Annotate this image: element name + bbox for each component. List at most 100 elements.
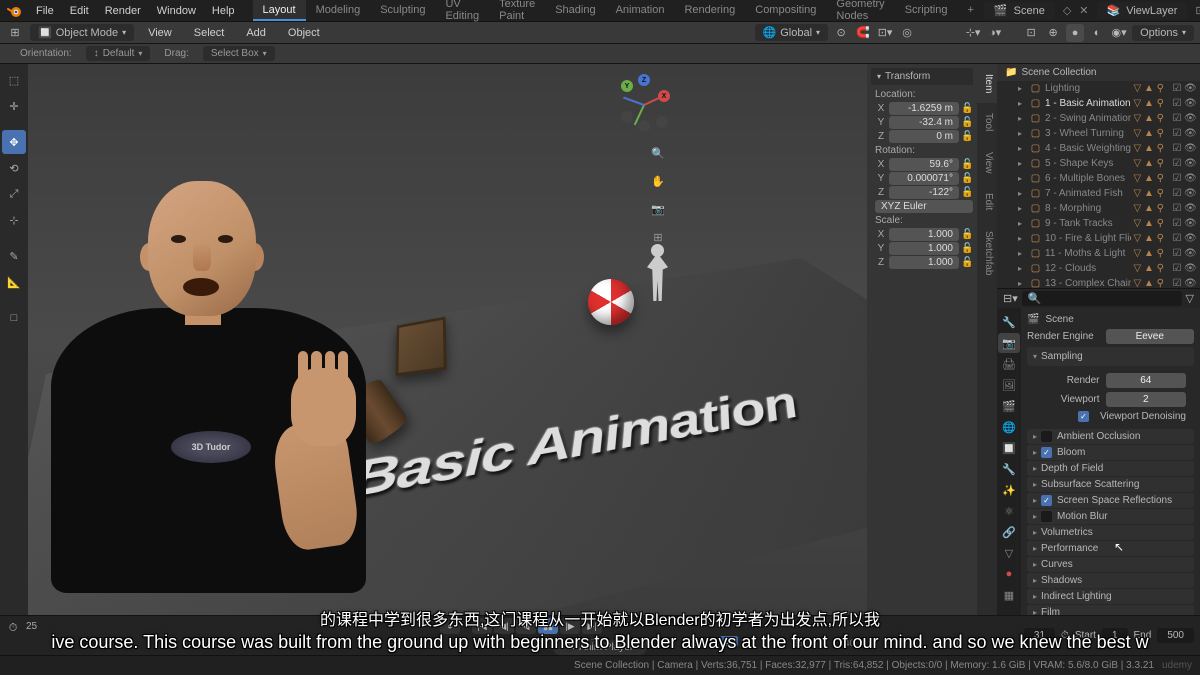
tool-annotate[interactable]: ✎: [2, 244, 26, 268]
prop-tab-material[interactable]: ●: [998, 564, 1020, 584]
menu-file[interactable]: File: [28, 0, 62, 21]
clock-icon[interactable]: ⏱: [1061, 630, 1069, 641]
outliner-item[interactable]: ▸▢8 - Morphing▽ ▲ ⚲☑👁: [997, 201, 1200, 216]
outliner-item[interactable]: ▸▢11 - Moths & Light▽ ▲ ⚲☑👁: [997, 246, 1200, 261]
prop-tab-tool[interactable]: 🔧: [998, 312, 1020, 332]
prop-tab-modifier[interactable]: 🔧: [998, 459, 1020, 479]
prop-tab-viewlayer[interactable]: 🖼: [998, 375, 1020, 395]
gizmo-visibility-icon[interactable]: ⊹▾: [964, 24, 982, 42]
prop-tab-world[interactable]: 🌐: [998, 417, 1020, 437]
tab-geometry-nodes[interactable]: Geometry Nodes: [826, 0, 894, 21]
prop-tab-physics[interactable]: ⚛: [998, 501, 1020, 521]
zoom-icon[interactable]: 🔍: [647, 142, 669, 164]
prop-tab-object[interactable]: 🔲: [998, 438, 1020, 458]
tool-measure[interactable]: 📐: [2, 270, 26, 294]
lock-icon[interactable]: 🔓: [961, 229, 973, 240]
prop-section[interactable]: Film: [1027, 605, 1194, 615]
snap-type-icon[interactable]: ⊡▾: [876, 24, 894, 42]
location-z[interactable]: 0 m: [889, 130, 959, 143]
outliner-item[interactable]: ▸▢12 - Clouds▽ ▲ ⚲☑👁: [997, 261, 1200, 276]
prop-tab-texture[interactable]: ▦: [998, 585, 1020, 605]
timeline-editor-icon[interactable]: ⏱: [4, 619, 22, 637]
tab-sculpting[interactable]: Sculpting: [370, 0, 435, 21]
denoise-checkbox[interactable]: ✓: [1078, 411, 1089, 422]
prop-section[interactable]: Performance: [1027, 541, 1194, 556]
outliner-item[interactable]: ▸▢2 - Swing Animation▽ ▲ ⚲☑👁: [997, 111, 1200, 126]
sampling-header[interactable]: Sampling: [1027, 347, 1194, 366]
lock-icon[interactable]: 🔓: [961, 173, 973, 184]
prop-tab-constraint[interactable]: 🔗: [998, 522, 1020, 542]
tab-shading[interactable]: Shading: [545, 0, 605, 21]
pan-icon[interactable]: ✋: [647, 170, 669, 192]
scale-y[interactable]: 1.000: [889, 242, 959, 255]
tool-transform[interactable]: ⊹: [2, 208, 26, 232]
outliner-root[interactable]: 📁 Scene Collection: [997, 64, 1200, 81]
npanel-tab-sketchfab[interactable]: Sketchfab: [977, 221, 997, 285]
pause-icon[interactable]: ▮▮: [538, 618, 558, 634]
timeline-ruler[interactable]: 05101520253035404550: [430, 638, 1000, 652]
menu-render[interactable]: Render: [97, 0, 149, 21]
proportional-icon[interactable]: ◎: [898, 24, 916, 42]
orientation-global[interactable]: 🌐 Global ▾: [755, 24, 829, 41]
outliner-item[interactable]: ▸▢9 - Tank Tracks▽ ▲ ⚲☑👁: [997, 216, 1200, 231]
prop-tab-output[interactable]: 🖨: [998, 354, 1020, 374]
outliner-item[interactable]: ▸▢7 - Animated Fish▽ ▲ ⚲☑👁: [997, 186, 1200, 201]
editor-type-icon[interactable]: ⊞: [6, 24, 24, 42]
tab-uv-editing[interactable]: UV Editing: [435, 0, 489, 21]
object-menu[interactable]: Object: [280, 22, 328, 43]
tab-add[interactable]: +: [957, 0, 983, 21]
tab-animation[interactable]: Animation: [606, 0, 675, 21]
outliner-item[interactable]: ▸▢10 - Fire & Light Flicker▽ ▲ ⚲☑👁: [997, 231, 1200, 246]
rotation-z[interactable]: -122°: [889, 186, 959, 199]
pin-scene-icon[interactable]: ◇: [1063, 4, 1071, 17]
npanel-tab-item[interactable]: Item: [977, 64, 997, 103]
rotation-x[interactable]: 59.6°: [889, 158, 959, 171]
menu-window[interactable]: Window: [149, 0, 204, 21]
start-frame[interactable]: 1: [1102, 628, 1128, 643]
tool-scale[interactable]: ⤢: [2, 182, 26, 206]
scale-x[interactable]: 1.000: [889, 228, 959, 241]
npanel-tab-view[interactable]: View: [977, 142, 997, 184]
tab-modeling[interactable]: Modeling: [306, 0, 371, 21]
lock-icon[interactable]: 🔓: [961, 243, 973, 254]
keyframe-prev-icon[interactable]: ◀|: [494, 618, 514, 634]
perspective-icon[interactable]: ⊞: [647, 226, 669, 248]
prop-tab-particle[interactable]: ✨: [998, 480, 1020, 500]
add-menu[interactable]: Add: [238, 22, 274, 43]
viewport-samples[interactable]: 2: [1106, 392, 1187, 407]
rotation-mode[interactable]: XYZ Euler: [875, 200, 973, 213]
tool-cursor[interactable]: ✛: [2, 94, 26, 118]
tab-compositing[interactable]: Compositing: [745, 0, 826, 21]
close-scene-icon[interactable]: ✕: [1079, 4, 1088, 17]
tab-scripting[interactable]: Scripting: [895, 0, 958, 21]
navigation-gizmo[interactable]: X Y Z: [616, 76, 672, 132]
npanel-tab-edit[interactable]: Edit: [977, 183, 997, 220]
prop-section[interactable]: Ambient Occlusion: [1027, 429, 1194, 444]
menu-help[interactable]: Help: [204, 0, 243, 21]
lock-icon[interactable]: 🔓: [961, 159, 973, 170]
xray-icon[interactable]: ⊡: [1022, 24, 1040, 42]
outliner-item[interactable]: ▸▢Lighting▽ ▲ ⚲☑👁: [997, 81, 1200, 96]
prop-section[interactable]: Depth of Field: [1027, 461, 1194, 476]
rotation-y[interactable]: 0.000071°: [889, 172, 959, 185]
tab-rendering[interactable]: Rendering: [674, 0, 745, 21]
options-dropdown[interactable]: Options ▾: [1132, 25, 1194, 41]
outliner-item[interactable]: ▸▢5 - Shape Keys▽ ▲ ⚲☑👁: [997, 156, 1200, 171]
outliner-item[interactable]: ▸▢13 - Complex Chains▽ ▲ ⚲☑👁: [997, 276, 1200, 289]
prop-section[interactable]: Motion Blur: [1027, 509, 1194, 524]
select-menu[interactable]: Select: [186, 22, 233, 43]
outliner-item[interactable]: ▸▢1 - Basic Animation▽ ▲ ⚲☑👁: [997, 96, 1200, 111]
tool-select-box[interactable]: ⬚: [2, 68, 26, 92]
display-mode-icon[interactable]: ⊟▾: [1003, 292, 1018, 305]
play-reverse-icon[interactable]: ◀: [516, 618, 536, 634]
outliner-search[interactable]: 🔍: [1022, 291, 1182, 306]
render-engine-select[interactable]: Eevee: [1106, 329, 1195, 344]
npanel-tab-tool[interactable]: Tool: [977, 103, 997, 141]
orientation-select[interactable]: ↕ Default ▾: [86, 46, 151, 61]
playhead[interactable]: 31: [720, 636, 738, 646]
prop-tab-render[interactable]: 📷: [998, 333, 1020, 353]
prop-section[interactable]: ✓Bloom: [1027, 445, 1194, 460]
outliner-item[interactable]: ▸▢4 - Basic Weighting▽ ▲ ⚲☑👁: [997, 141, 1200, 156]
tab-layout[interactable]: Layout: [253, 0, 306, 21]
shading-material-icon[interactable]: ◐: [1088, 24, 1106, 42]
